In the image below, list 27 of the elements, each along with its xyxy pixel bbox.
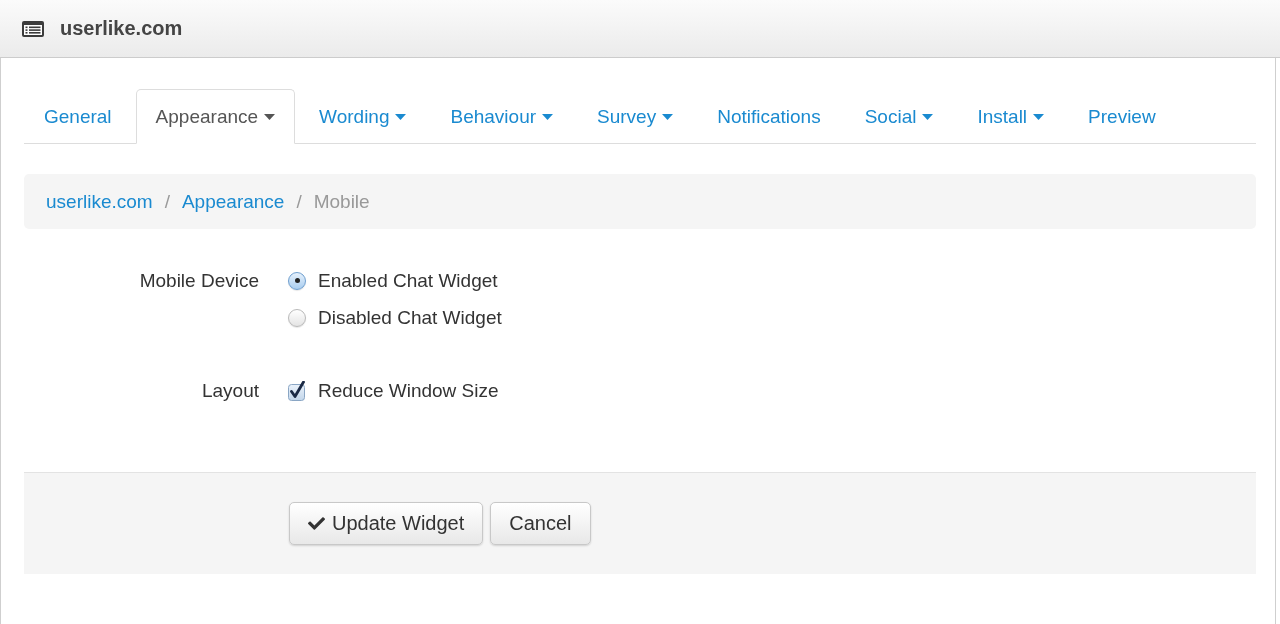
- cancel-button[interactable]: Cancel: [490, 502, 591, 545]
- window-title: userlike.com: [60, 17, 183, 40]
- tab[interactable]: Appearance: [135, 89, 296, 144]
- list-icon: [22, 20, 44, 37]
- radio-button[interactable]: [288, 271, 306, 290]
- radio-label: Disabled Chat Widget: [318, 306, 502, 329]
- checkbox-label: Reduce Window Size: [318, 379, 499, 402]
- tab[interactable]: Survey: [577, 89, 694, 144]
- tab[interactable]: Notifications: [697, 89, 841, 144]
- breadcrumb-link[interactable]: userlike.com: [46, 190, 153, 213]
- breadcrumb-separator: /: [295, 190, 303, 213]
- update-button[interactable]: Update Widget: [289, 502, 484, 545]
- check-icon: [308, 515, 325, 532]
- checkbox[interactable]: [288, 380, 306, 401]
- radio-label: Enabled Chat Widget: [318, 269, 498, 292]
- field-label: Mobile Device: [139, 269, 259, 293]
- breadcrumb-current: Mobile: [313, 190, 370, 213]
- tab[interactable]: Install: [957, 89, 1065, 144]
- tab[interactable]: Behaviour: [430, 89, 574, 144]
- radio-button[interactable]: [288, 308, 306, 327]
- tab[interactable]: General: [24, 89, 132, 144]
- tab[interactable]: Social: [844, 89, 954, 144]
- breadcrumb-link[interactable]: Appearance: [181, 190, 285, 213]
- tab[interactable]: Preview: [1068, 89, 1176, 144]
- tab[interactable]: Wording: [299, 89, 427, 144]
- breadcrumb-separator: /: [163, 190, 171, 213]
- field-label: Layout: [201, 379, 259, 403]
